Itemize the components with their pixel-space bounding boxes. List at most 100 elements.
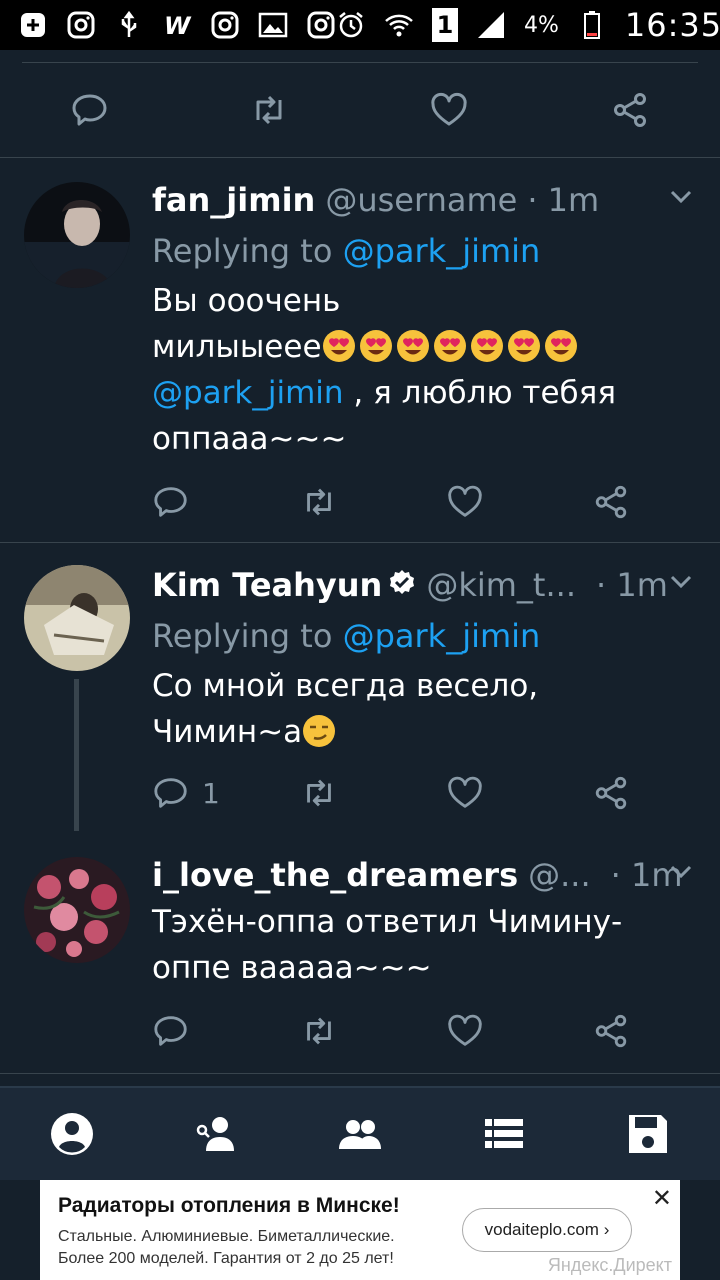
tweet-text: Вы ооочень милыыеее @park_jimin , я любл… [152,278,696,462]
retweet-button[interactable] [300,480,338,524]
tweet-text-segment: , я люблю тебяя [343,375,616,411]
clock: 16:35 [624,6,720,44]
user-handle[interactable]: @username [325,180,517,220]
replying-mention[interactable]: @park_jimin [343,617,541,655]
avatar[interactable] [24,857,130,963]
nav-groups[interactable] [330,1104,390,1164]
tweet-text-line: Вы ооочень [152,283,341,319]
usb-icon [114,10,144,40]
retweet-icon [307,488,331,516]
share-button[interactable] [608,88,652,132]
user-name[interactable]: i_love_the_dreamers [152,855,518,895]
retweet-button[interactable] [247,88,291,132]
nav-saved[interactable] [618,1104,678,1164]
tweet-separator [0,1073,720,1074]
profile-icon [51,1113,93,1155]
heart-eyes-emoji-icon [433,330,466,362]
replying-mention[interactable]: @park_jimin [343,232,541,270]
like-button[interactable] [446,771,484,815]
tweet-body: Kim Teahyun @kim_t... · 1m Replying to @… [152,565,696,755]
signal-icon [476,10,506,40]
reply-icon [154,1016,187,1046]
nav-lists[interactable] [474,1104,534,1164]
heart-icon [448,776,482,808]
tweet-time: · 1m [595,566,668,604]
tweet[interactable]: Kim Teahyun @kim_t... · 1m Replying to @… [0,543,720,835]
action-row [0,88,720,132]
plus-notification-icon [18,10,48,40]
user-handle[interactable]: @... [528,855,591,895]
nav-profile[interactable] [42,1104,102,1164]
people-icon [339,1120,381,1149]
share-button[interactable] [592,480,630,524]
avatar[interactable] [24,182,130,288]
verified-badge-icon [388,565,416,594]
thread-line [74,679,79,831]
tweet-text-line: @park_jimin , я люблю тебяя [152,370,696,416]
save-icon [629,1115,667,1153]
tweet-actions: 1 [152,771,652,815]
tweet-text-line: Со мной всегда весело, [152,668,539,704]
tweet-text-segment: милыыеее [152,329,322,365]
ad-link-button[interactable]: vodaiteplo.com › [462,1208,632,1252]
mention-link[interactable]: @park_jimin [152,375,344,411]
tweet[interactable]: i_love_the_dreamers @... · 1m Тэхён-оппа… [0,835,720,1073]
reply-button[interactable]: 1 [152,771,220,815]
reply-icon [72,94,107,126]
divider [22,62,698,63]
reply-button[interactable] [152,1009,190,1053]
w-app-icon: W [162,10,192,40]
heart-eyes-emoji-icon [507,330,540,362]
like-button[interactable] [446,480,484,524]
share-button[interactable] [592,771,630,815]
user-handle[interactable]: @kim_t... [426,565,576,605]
ad-description: Стальные. Алюминиевые. Биметаллические. … [58,1226,458,1270]
tweet-actions [152,1009,652,1053]
share-icon [595,776,627,810]
ad-description-line: Более 200 моделей. Гарантия от 2 до 25 л… [58,1250,394,1267]
retweet-button[interactable] [300,1009,338,1053]
list-icon [485,1119,523,1148]
retweet-icon [307,1017,331,1045]
reply-button[interactable] [68,88,112,132]
ad-title[interactable]: Радиаторы отопления в Минске! [58,1194,400,1218]
retweet-icon [307,779,331,807]
avatar[interactable] [24,565,130,671]
replying-to: Replying to @park_jimin [152,613,696,659]
heart-icon [448,485,482,517]
heart-eyes-emoji-icon [470,330,503,362]
user-name[interactable]: fan_jimin [152,180,315,220]
chevron-down-icon[interactable] [666,567,696,597]
nav-find-people[interactable] [186,1104,246,1164]
tweet-header: fan_jimin @username · 1m [152,180,696,220]
like-button[interactable] [427,88,471,132]
share-icon [595,485,627,519]
reply-icon [154,778,187,808]
heart-eyes-emoji-icon [359,330,392,362]
tweet-text-line: Тэхён-оппа ответил Чимину- [152,904,623,940]
wifi-icon [384,10,414,40]
retweet-button[interactable] [300,771,338,815]
sim-indicator: 1 [432,8,458,42]
retweet-icon [256,95,282,125]
chevron-down-icon[interactable] [666,857,696,887]
share-button[interactable] [592,1009,630,1053]
user-name[interactable]: Kim Teahyun [152,565,382,605]
svg-text:W: W [164,12,192,40]
ad-banner[interactable]: Радиаторы отопления в Минске! Стальные. … [40,1180,680,1280]
close-icon[interactable]: ✕ [652,1184,672,1213]
add-user-icon [196,1117,234,1151]
tweet-text: Тэхён-оппа ответил Чимину- оппе вааааа~~… [152,899,696,991]
battery-icon [577,10,607,40]
tweet-text-line: оппааа~~~ [152,421,347,457]
reply-count: 1 [202,776,220,810]
instagram-icon [66,10,96,40]
like-button[interactable] [446,1009,484,1053]
tweet-time: · 1m [527,181,600,219]
tweet-header: i_love_the_dreamers @... · 1m [152,855,696,895]
reply-button[interactable] [152,480,190,524]
chevron-down-icon[interactable] [666,182,696,212]
tweet-text-line: Чимин~а [152,709,696,755]
tweet[interactable]: fan_jimin @username · 1m Replying to @pa… [0,158,720,542]
ad-source: Яндекс.Директ [547,1255,672,1275]
